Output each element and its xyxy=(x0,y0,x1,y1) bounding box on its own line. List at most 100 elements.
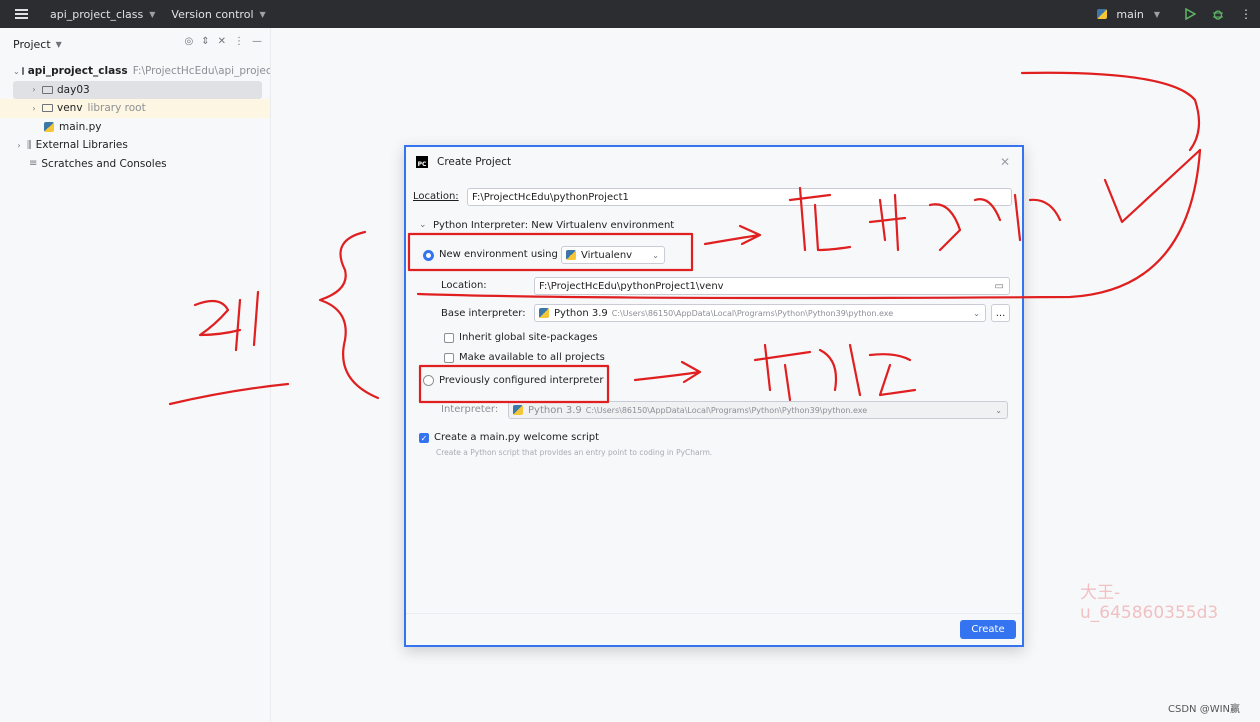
env-location-value: F:\ProjectHcEdu\pythonProject1\venv xyxy=(539,280,724,292)
tree-item-venv[interactable]: › venv library root xyxy=(0,99,270,118)
hide-icon[interactable]: — xyxy=(252,36,262,47)
tree-item-scratches[interactable]: ≡ Scratches and Consoles xyxy=(0,155,270,174)
run-config-widget[interactable]: main ▼ xyxy=(1097,8,1160,21)
interpreter-section-title[interactable]: Python Interpreter: New Virtualenv envir… xyxy=(433,220,674,231)
folder-icon xyxy=(42,85,53,94)
expand-all-icon[interactable]: ⇕ xyxy=(201,36,209,47)
welcome-script-hint: Create a Python script that provides an … xyxy=(436,448,713,457)
tree-item-day03[interactable]: › day03 xyxy=(13,80,262,99)
tree-item-label: main.py xyxy=(59,120,102,133)
chevron-down-icon[interactable]: ⌄ xyxy=(13,67,20,76)
inherit-packages-checkbox[interactable] xyxy=(444,333,454,343)
project-panel-header: Project ▼ ◎ ⇕ ✕ ⋮ — xyxy=(0,28,270,60)
location-input[interactable]: F:\ProjectHcEdu\pythonProject1 xyxy=(467,188,1012,206)
project-panel-title[interactable]: Project xyxy=(13,38,51,51)
python-icon xyxy=(539,308,549,318)
project-widget[interactable]: api_project_class ▼ xyxy=(42,0,163,28)
interpreter-label: Interpreter: xyxy=(441,404,499,415)
folder-icon xyxy=(42,104,53,113)
project-tree: ⌄ api_project_class F:\ProjectHcEdu\api_… xyxy=(0,62,270,173)
tree-item-main-py[interactable]: main.py xyxy=(0,118,270,137)
previous-interpreter-radio[interactable] xyxy=(423,375,434,386)
folder-browse-icon[interactable]: ▭ xyxy=(995,281,1004,292)
bug-icon xyxy=(1213,10,1223,20)
debug-button[interactable] xyxy=(1204,8,1232,20)
close-icon[interactable]: ✕ xyxy=(1000,155,1010,169)
create-project-dialog: PC Create Project ✕ Location: F:\Project… xyxy=(404,145,1024,647)
chevron-down-icon: ⌄ xyxy=(995,405,1002,415)
locate-icon[interactable]: ◎ xyxy=(184,36,193,47)
more-button[interactable]: ⋮ xyxy=(1232,7,1260,21)
project-name: api_project_class xyxy=(50,7,144,21)
interpreter-name: Python 3.9 xyxy=(528,404,582,416)
previous-interpreter-label[interactable]: Previously configured interpreter xyxy=(439,375,604,386)
python-file-icon xyxy=(44,121,54,132)
scratches-icon: ≡ xyxy=(29,158,38,170)
dialog-title: Create Project xyxy=(437,156,512,168)
base-interpreter-path: C:\Users\86150\AppData\Local\Programs\Py… xyxy=(611,308,894,318)
chevron-right-icon[interactable]: › xyxy=(28,104,40,113)
base-interpreter-select[interactable]: Python 3.9 C:\Users\86150\AppData\Local\… xyxy=(534,304,986,322)
new-env-label[interactable]: New environment using xyxy=(439,249,558,260)
new-env-radio[interactable] xyxy=(423,250,434,261)
python-icon xyxy=(513,405,523,415)
create-button[interactable]: Create xyxy=(960,620,1016,639)
chevron-down-icon: ▼ xyxy=(149,9,156,19)
chevron-down-icon: ▼ xyxy=(259,9,266,19)
base-interpreter-label: Base interpreter: xyxy=(441,308,526,319)
csdn-watermark: CSDN @WIN赢 xyxy=(1168,704,1241,715)
chevron-right-icon[interactable]: › xyxy=(13,141,25,150)
env-tool-value: Virtualenv xyxy=(581,249,633,261)
make-available-checkbox[interactable] xyxy=(444,353,454,363)
tree-item-label: Scratches and Consoles xyxy=(41,157,167,170)
user-watermark: 大王- u_645860355d3 xyxy=(1080,583,1219,623)
location-value: F:\ProjectHcEdu\pythonProject1 xyxy=(472,191,629,203)
chevron-down-icon[interactable]: ▼ xyxy=(56,40,62,49)
tree-item-label: venv xyxy=(57,102,83,115)
folder-icon xyxy=(21,67,24,76)
python-icon xyxy=(1097,9,1108,19)
run-icon xyxy=(1185,8,1196,20)
inherit-packages-label[interactable]: Inherit global site-packages xyxy=(459,332,598,343)
dialog-title-bar: PC Create Project xyxy=(406,147,1022,177)
env-location-input[interactable]: F:\ProjectHcEdu\pythonProject1\venv ▭ xyxy=(534,277,1010,295)
tree-item-path: F:\ProjectHcEdu\api_project_c xyxy=(132,65,270,78)
dialog-footer: Create xyxy=(406,613,1022,645)
options-icon[interactable]: ⋮ xyxy=(234,36,244,47)
chevron-down-icon: ⌄ xyxy=(973,308,980,318)
browse-button[interactable]: ... xyxy=(991,304,1010,322)
tree-item-label: day03 xyxy=(57,83,90,96)
vcs-label: Version control xyxy=(171,7,254,21)
base-interpreter-name: Python 3.9 xyxy=(554,307,608,319)
project-tool-window: Project ▼ ◎ ⇕ ✕ ⋮ — ⌄ api_project_class … xyxy=(0,28,271,722)
welcome-script-checkbox[interactable]: ✓ xyxy=(419,433,429,443)
interpreter-select: Python 3.9 C:\Users\86150\AppData\Local\… xyxy=(508,401,1008,419)
tree-item-hint: library root xyxy=(87,102,146,115)
tree-item-label: External Libraries xyxy=(35,139,128,152)
hamburger-icon xyxy=(14,13,28,15)
chevron-right-icon[interactable]: › xyxy=(28,85,40,94)
virtualenv-icon xyxy=(566,250,576,260)
make-available-label[interactable]: Make available to all projects xyxy=(459,352,605,363)
location-label: Location: xyxy=(413,191,459,202)
collapse-all-icon[interactable]: ✕ xyxy=(218,36,226,47)
run-button[interactable] xyxy=(1176,8,1204,20)
tree-item-external-libraries[interactable]: › ⫼ External Libraries xyxy=(0,136,270,155)
chevron-down-icon[interactable]: ⌄ xyxy=(419,220,427,230)
library-icon: ⫼ xyxy=(27,139,32,151)
tree-item-label: api_project_class xyxy=(27,65,128,78)
more-vertical-icon: ⋮ xyxy=(1240,7,1252,21)
main-menu-button[interactable] xyxy=(0,0,42,28)
tree-item-root[interactable]: ⌄ api_project_class F:\ProjectHcEdu\api_… xyxy=(0,62,270,81)
chevron-down-icon: ▼ xyxy=(1153,9,1160,19)
pycharm-logo-icon: PC xyxy=(416,156,428,168)
welcome-script-label[interactable]: Create a main.py welcome script xyxy=(434,432,599,443)
title-bar: api_project_class ▼ Version control ▼ ma… xyxy=(0,0,1260,28)
run-config-label: main xyxy=(1116,7,1144,21)
env-tool-select[interactable]: Virtualenv ⌄ xyxy=(561,246,665,264)
chevron-down-icon: ⌄ xyxy=(652,250,659,260)
vcs-widget[interactable]: Version control ▼ xyxy=(163,0,273,28)
create-button-label: Create xyxy=(971,624,1005,635)
interpreter-path: C:\Users\86150\AppData\Local\Programs\Py… xyxy=(585,405,868,415)
env-location-label: Location: xyxy=(441,280,487,291)
